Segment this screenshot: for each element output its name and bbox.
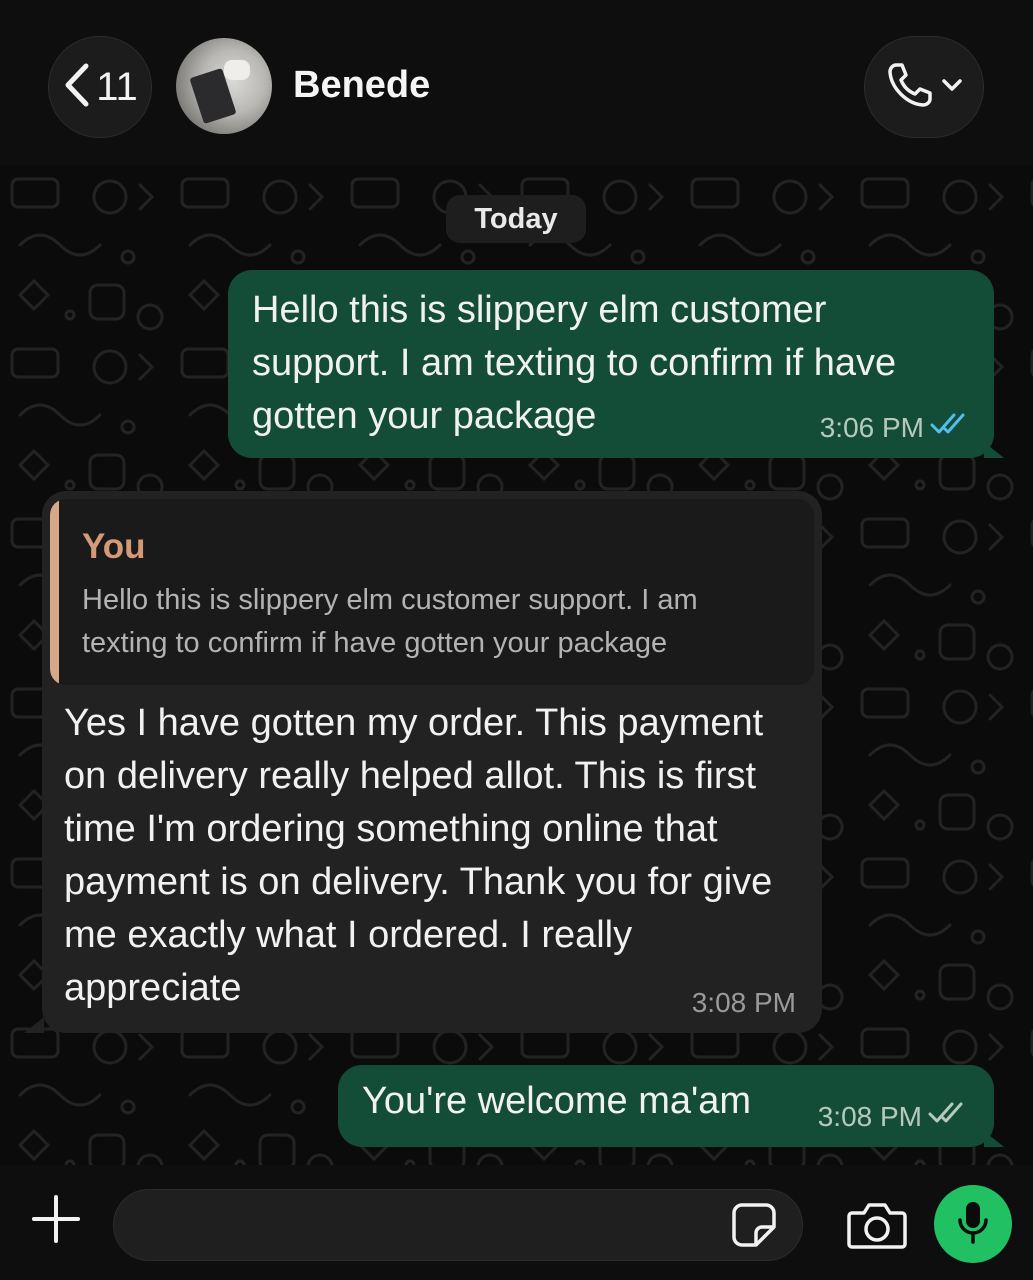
message-meta: 3:08 PM	[692, 987, 796, 1019]
microphone-button[interactable]	[934, 1185, 1012, 1263]
message-meta: 3:06 PM	[820, 411, 970, 444]
quoted-reply[interactable]: You Hello this is slippery elm customer …	[50, 499, 814, 685]
outgoing-message[interactable]: Hello this is slippery elm customer supp…	[228, 270, 1004, 458]
microphone-icon	[956, 1200, 990, 1249]
date-separator: Today	[446, 195, 586, 243]
message-time: 3:06 PM	[819, 411, 924, 443]
phone-icon	[885, 60, 935, 115]
double-check-icon	[930, 411, 970, 444]
message-time: 3:08 PM	[817, 1100, 922, 1132]
composer-bar	[0, 1165, 1033, 1280]
sticker-icon[interactable]	[730, 1201, 778, 1249]
incoming-message[interactable]: You Hello this is slippery elm customer …	[24, 491, 822, 1033]
chevron-down-icon	[941, 77, 963, 98]
unread-count: 11	[96, 64, 138, 109]
quote-author: You	[82, 527, 146, 566]
chat-header: 11 Benede	[0, 0, 1033, 165]
plus-icon[interactable]	[28, 1191, 84, 1247]
message-input[interactable]	[113, 1189, 803, 1261]
quote-text: Hello this is slippery elm customer supp…	[82, 584, 698, 659]
message-text: Yes I have gotten my order. This payment…	[64, 702, 773, 1009]
outgoing-message[interactable]: You're welcome ma'am 3:08 PM	[338, 1065, 1004, 1147]
camera-icon[interactable]	[846, 1199, 908, 1251]
call-button[interactable]	[864, 36, 984, 138]
chevron-left-icon	[62, 62, 92, 113]
message-meta: 3:08 PM	[818, 1100, 968, 1133]
contact-avatar[interactable]	[176, 38, 272, 134]
double-check-icon	[928, 1100, 968, 1133]
message-time: 3:08 PM	[691, 987, 796, 1018]
contact-name[interactable]: Benede	[293, 64, 430, 107]
chat-area[interactable]: Today Hello this is slippery elm custome…	[0, 165, 1033, 1165]
back-button[interactable]: 11	[48, 36, 152, 138]
